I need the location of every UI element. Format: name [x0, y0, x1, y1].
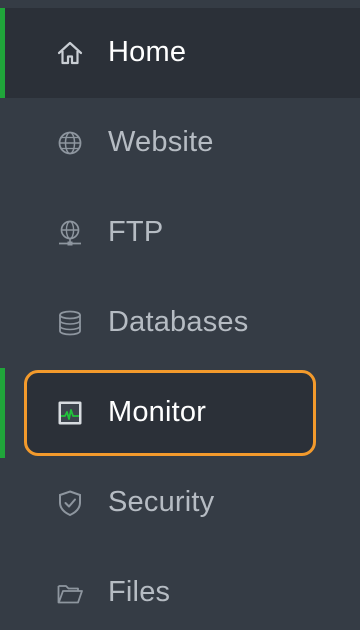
sidebar-item-home[interactable]: Home [0, 8, 360, 98]
active-indicator [0, 368, 5, 458]
sidebar-item-label: Monitor [108, 395, 207, 428]
sidebar-item-label: Home [108, 35, 187, 68]
sidebar-item-security[interactable]: Security [0, 458, 360, 548]
sidebar-item-label: Files [108, 575, 171, 608]
sidebar-item-label: FTP [108, 215, 164, 248]
sidebar-item-databases[interactable]: Databases [0, 278, 360, 368]
active-indicator [0, 8, 5, 98]
sidebar-item-label: Databases [108, 305, 249, 338]
sidebar-item-website[interactable]: Website [0, 98, 360, 188]
monitor-icon [54, 397, 86, 429]
sidebar-nav: Home Website FTP Databases Monitor Secur… [0, 0, 360, 630]
database-icon [54, 307, 86, 339]
ftp-globe-icon [54, 217, 86, 249]
sidebar-item-files[interactable]: Files [0, 548, 360, 630]
sidebar-item-label: Security [108, 485, 215, 518]
globe-icon [54, 127, 86, 159]
sidebar-item-ftp[interactable]: FTP [0, 188, 360, 278]
folder-icon [54, 577, 86, 609]
home-icon [54, 37, 86, 69]
sidebar-item-monitor[interactable]: Monitor [0, 368, 360, 458]
shield-icon [54, 487, 86, 519]
sidebar-item-label: Website [108, 125, 214, 158]
